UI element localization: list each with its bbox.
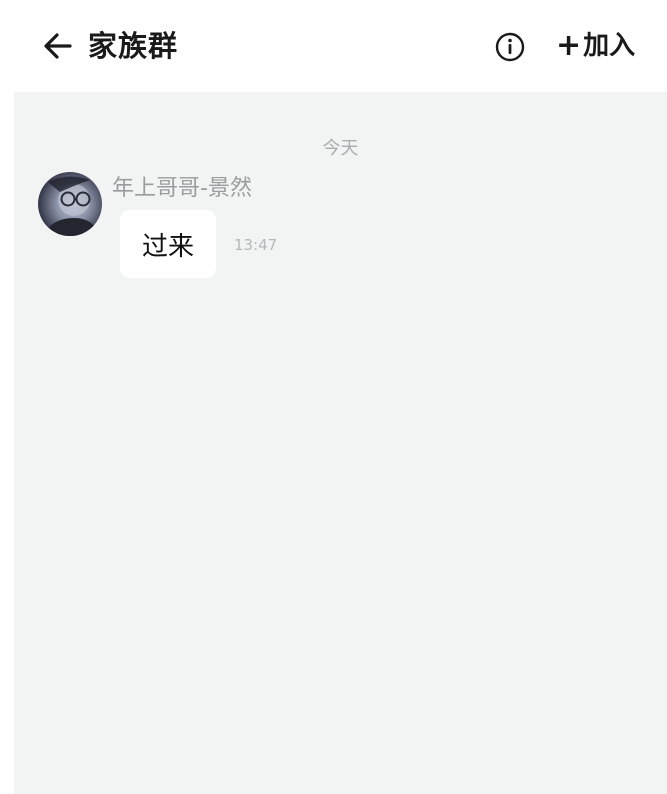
sender-name: 年上哥哥-景然 xyxy=(112,176,252,201)
join-group-button[interactable]: + 加入 xyxy=(556,26,635,66)
message-bubble[interactable]: 过来 xyxy=(120,210,217,278)
plus-icon: + xyxy=(556,28,582,63)
message-row: 年上哥哥-景然 过来 13:47 xyxy=(14,92,667,292)
join-label: 加入 xyxy=(583,31,636,61)
chat-message-area[interactable]: 今天 年上哥哥-景然 过来 13:47 xyxy=(14,92,667,794)
message-timestamp: 13:47 xyxy=(234,236,278,254)
info-icon xyxy=(495,32,525,62)
chat-screen: 家族群 + 加入 今天 年上哥哥-景然 过来 13:47 xyxy=(0,0,667,794)
group-info-button[interactable] xyxy=(493,30,527,64)
sender-avatar[interactable] xyxy=(38,172,102,236)
avatar-portrait-icon xyxy=(42,176,100,236)
page-title: 家族群 xyxy=(88,29,179,63)
header-bar: 家族群 + 加入 xyxy=(0,0,667,90)
message-text: 过来 xyxy=(142,231,195,262)
back-arrow-icon xyxy=(44,33,72,59)
back-button[interactable] xyxy=(38,26,78,66)
